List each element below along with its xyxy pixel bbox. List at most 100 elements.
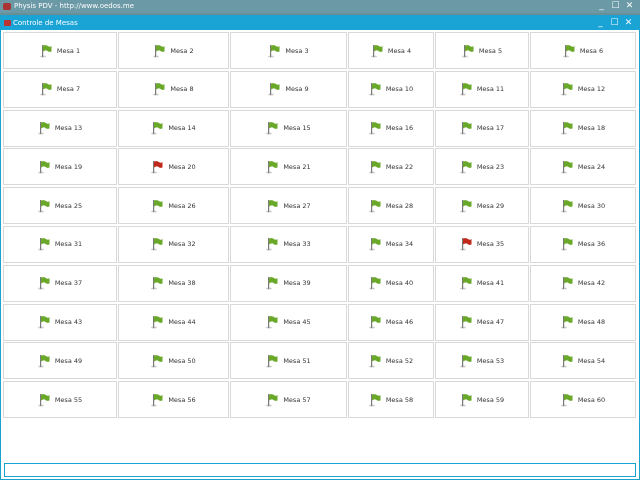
table-button[interactable]: Mesa 50: [118, 342, 229, 380]
table-button[interactable]: Mesa 13: [3, 109, 117, 147]
table-button[interactable]: Mesa 51: [230, 342, 347, 380]
table-button[interactable]: Mesa 42: [530, 264, 636, 302]
table-button[interactable]: Mesa 7: [3, 70, 117, 108]
table-button[interactable]: Mesa 37: [3, 264, 117, 302]
tables-row: Mesa 55 Mesa 56 Mesa 57 Mesa 58 Mesa 59 Mesa …: [3, 381, 639, 419]
table-label: Mesa 46: [385, 318, 414, 327]
tables-row: Mesa 1 Mesa 2 Mesa 3 Mesa 4 Mesa 5 Mesa 6: [3, 32, 639, 70]
table-button[interactable]: Mesa 39: [230, 264, 347, 302]
table-button[interactable]: Mesa 16: [348, 109, 434, 147]
table-label: Mesa 33: [283, 240, 311, 249]
table-button[interactable]: Mesa 24: [530, 148, 636, 186]
table-label: Mesa 42: [577, 279, 606, 288]
free-flag-icon: [151, 393, 163, 407]
table-button[interactable]: Mesa 4: [348, 32, 434, 69]
table-button[interactable]: Mesa 1: [3, 32, 117, 69]
table-button[interactable]: Mesa 14: [118, 109, 229, 147]
table-button[interactable]: Mesa 21: [230, 148, 347, 186]
table-button[interactable]: Mesa 15: [230, 109, 347, 147]
table-button[interactable]: Mesa 48: [530, 303, 636, 341]
window-icon: [4, 20, 11, 26]
table-button[interactable]: Mesa 3: [230, 32, 347, 69]
table-button[interactable]: Mesa 49: [3, 342, 117, 380]
table-button[interactable]: Mesa 11: [435, 70, 529, 108]
free-flag-icon: [368, 354, 381, 368]
table-button[interactable]: Mesa 44: [118, 303, 229, 341]
table-button[interactable]: Mesa 29: [435, 187, 529, 225]
table-label: Mesa 17: [476, 124, 505, 133]
app-icon: [3, 3, 11, 10]
table-button[interactable]: Mesa 17: [435, 109, 529, 147]
table-button[interactable]: Mesa 26: [118, 187, 229, 225]
table-button[interactable]: Mesa 41: [435, 264, 529, 302]
table-button[interactable]: Mesa 19: [3, 148, 117, 186]
free-flag-icon: [37, 354, 50, 368]
table-button[interactable]: Mesa 38: [118, 264, 229, 302]
table-button[interactable]: Mesa 60: [530, 381, 636, 419]
close-button[interactable]: ✕: [624, 16, 633, 30]
table-label: Mesa 45: [283, 318, 311, 327]
table-button[interactable]: Mesa 30: [530, 187, 636, 225]
free-flag-icon: [459, 393, 472, 407]
table-button[interactable]: Mesa 23: [435, 148, 529, 186]
table-button[interactable]: Mesa 40: [348, 264, 434, 302]
table-button[interactable]: Mesa 18: [530, 109, 636, 147]
table-button[interactable]: Mesa 10: [348, 70, 434, 108]
table-button[interactable]: Mesa 58: [348, 381, 434, 419]
table-button[interactable]: Mesa 35: [435, 225, 529, 263]
table-label: Mesa 47: [476, 318, 505, 327]
free-flag-icon: [153, 83, 165, 96]
table-button[interactable]: Mesa 47: [435, 303, 529, 341]
free-flag-icon: [151, 122, 163, 135]
table-button[interactable]: Mesa 33: [230, 225, 347, 263]
table-button[interactable]: Mesa 43: [3, 303, 117, 341]
table-label: Mesa 2: [170, 46, 194, 55]
table-button[interactable]: Mesa 6: [530, 32, 636, 69]
table-button[interactable]: Mesa 22: [348, 148, 434, 186]
table-button[interactable]: Mesa 5: [435, 32, 529, 69]
minimize-button[interactable]: _: [596, 16, 605, 30]
tables-row: Mesa 31 Mesa 32 Mesa 33 Mesa 34 Mesa 35 Mesa …: [3, 225, 639, 264]
free-flag-icon: [459, 160, 472, 174]
maximize-button[interactable]: ☐: [610, 16, 619, 30]
table-button[interactable]: Mesa 45: [230, 303, 347, 341]
table-button[interactable]: Mesa 46: [348, 303, 434, 341]
table-button[interactable]: Mesa 12: [530, 70, 636, 108]
table-button[interactable]: Mesa 32: [118, 225, 229, 263]
tables-row: Mesa 43 Mesa 44 Mesa 45 Mesa 46 Mesa 47 Mesa …: [3, 303, 639, 342]
table-label: Mesa 31: [54, 240, 83, 249]
table-button[interactable]: Mesa 2: [118, 32, 229, 69]
table-button[interactable]: Mesa 36: [530, 225, 636, 263]
free-flag-icon: [368, 160, 381, 174]
table-button[interactable]: Mesa 57: [230, 381, 347, 419]
app-maximize-button[interactable]: ☐: [611, 0, 620, 13]
app-minimize-button[interactable]: _: [597, 0, 606, 13]
free-flag-icon: [151, 199, 163, 213]
table-label: Mesa 23: [476, 162, 505, 171]
table-button[interactable]: Mesa 20: [118, 148, 229, 186]
table-button[interactable]: Mesa 53: [435, 342, 529, 380]
table-button[interactable]: Mesa 28: [348, 187, 434, 225]
tables-row: Mesa 19 Mesa 20 Mesa 21 Mesa 22 Mesa 23 Mesa …: [3, 148, 639, 186]
table-button[interactable]: Mesa 9: [230, 70, 347, 108]
table-button[interactable]: Mesa 34: [348, 225, 434, 263]
table-button[interactable]: Mesa 27: [230, 187, 347, 225]
table-label: Mesa 15: [283, 124, 311, 133]
table-button[interactable]: Mesa 25: [3, 187, 117, 225]
free-flag-icon: [560, 277, 573, 290]
free-flag-icon: [266, 238, 278, 251]
table-button[interactable]: Mesa 56: [118, 381, 229, 419]
free-flag-icon: [459, 199, 472, 213]
app-close-button[interactable]: ✕: [625, 0, 634, 13]
table-button[interactable]: Mesa 8: [118, 70, 229, 108]
table-label: Mesa 19: [54, 162, 83, 171]
table-button[interactable]: Mesa 55: [3, 381, 117, 419]
free-flag-icon: [266, 316, 278, 329]
table-label: Mesa 9: [285, 85, 309, 94]
table-button[interactable]: Mesa 54: [530, 342, 636, 380]
table-button[interactable]: Mesa 31: [3, 225, 117, 263]
table-button[interactable]: Mesa 52: [348, 342, 434, 380]
table-button[interactable]: Mesa 59: [435, 381, 529, 419]
table-label: Mesa 13: [54, 124, 83, 133]
table-label: Mesa 38: [168, 279, 196, 288]
